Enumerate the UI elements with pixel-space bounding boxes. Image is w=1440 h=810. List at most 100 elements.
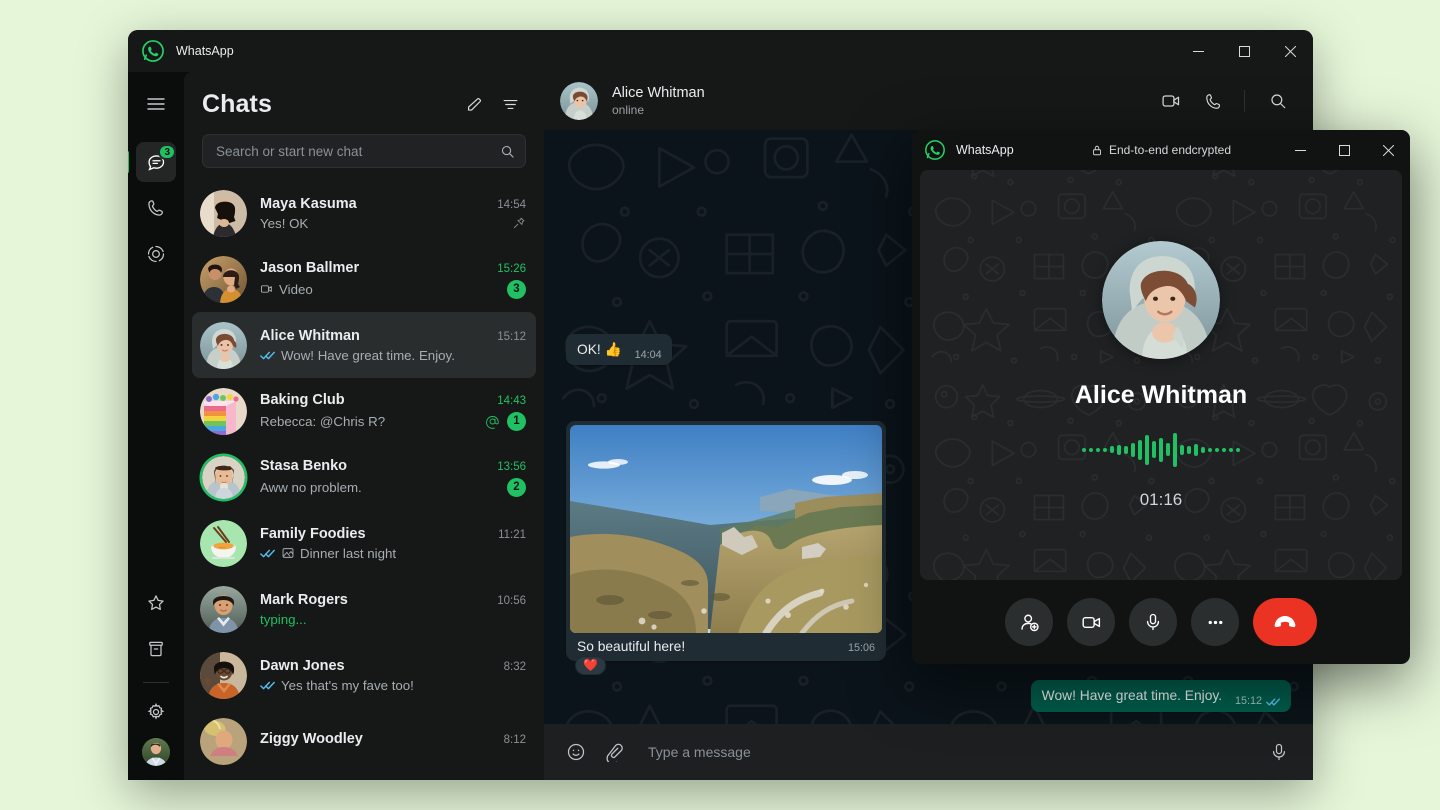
chat-preview: Rebecca: @Chris R? xyxy=(260,414,477,429)
maximize-button[interactable] xyxy=(1221,30,1267,72)
minimize-button[interactable] xyxy=(1175,30,1221,72)
minimize-button[interactable] xyxy=(1278,130,1322,170)
voice-call-button[interactable] xyxy=(1196,84,1230,118)
end-call-button[interactable] xyxy=(1253,598,1317,646)
call-background-pattern xyxy=(920,170,1402,580)
message-bubble-incoming[interactable]: OK! 👍 14:04 xyxy=(566,334,672,366)
rail-item-archived[interactable] xyxy=(136,629,176,669)
read-receipt-icon xyxy=(1266,697,1281,707)
attach-button[interactable] xyxy=(598,736,630,768)
chat-list[interactable]: Maya Kasuma 14:54 Yes! OK xyxy=(184,178,544,780)
title-bar: WhatsApp xyxy=(128,30,1313,72)
toggle-video-button[interactable] xyxy=(1067,598,1115,646)
chat-name: Family Foodies xyxy=(260,526,490,542)
chat-time: 15:12 xyxy=(497,331,526,343)
message-text: Wow! Have great time. Enjoy. xyxy=(1042,688,1222,703)
read-receipt-icon xyxy=(260,350,276,361)
rail-divider xyxy=(143,682,169,683)
chat-time: 8:12 xyxy=(504,734,526,746)
message-bubble-photo[interactable]: So beautiful here! 15:06 ❤️ xyxy=(566,421,886,661)
chat-name: Ziggy Woodley xyxy=(260,731,496,747)
header-divider xyxy=(1244,90,1245,112)
encryption-label: End-to-end endcrypted xyxy=(1109,143,1231,157)
message-time: 15:06 xyxy=(848,642,875,654)
filter-chats-button[interactable] xyxy=(494,88,526,120)
chat-list-item-alice-whitman[interactable]: Alice Whitman 15:12 Wow! Have great time… xyxy=(192,312,536,378)
rail-item-chats[interactable]: 3 xyxy=(136,142,176,182)
chat-list-item-dawn-jones[interactable]: Dawn Jones 8:32 Yes that's my fave too! xyxy=(192,642,536,708)
chat-list-item-maya-kasuma[interactable]: Maya Kasuma 14:54 Yes! OK xyxy=(192,180,536,246)
rail-item-status[interactable] xyxy=(136,234,176,274)
maximize-button[interactable] xyxy=(1322,130,1366,170)
avatar xyxy=(202,456,245,499)
chat-preview: Wow! Have great time. Enjoy. xyxy=(260,348,526,363)
pin-icon xyxy=(512,216,526,230)
photo-icon xyxy=(281,546,295,560)
contact-name: Alice Whitman xyxy=(612,85,705,101)
rail-item-calls[interactable] xyxy=(136,188,176,228)
gear-icon xyxy=(146,702,166,722)
avatar xyxy=(200,718,247,765)
chat-time: 13:56 xyxy=(497,461,526,473)
video-icon xyxy=(260,282,274,296)
chat-name: Baking Club xyxy=(260,392,489,408)
contact-avatar[interactable] xyxy=(560,82,598,120)
video-call-button[interactable] xyxy=(1154,84,1188,118)
chat-list-item-stasa-benko[interactable]: Stasa Benko 13:56 Aww no problem. 2 xyxy=(192,444,536,510)
search-icon xyxy=(1269,92,1287,110)
chat-list-item-jason-ballmer[interactable]: Jason Ballmer 15:26 Video 3 xyxy=(192,246,536,312)
call-contact-name: Alice Whitman xyxy=(1075,381,1247,410)
chat-list-item-baking-club[interactable]: Baking Club 14:43 Rebecca: @Chris R? 1 xyxy=(192,378,536,444)
photo-attachment[interactable] xyxy=(570,425,882,633)
more-options-button[interactable] xyxy=(1191,598,1239,646)
new-chat-button[interactable] xyxy=(458,88,490,120)
chat-list-item-ziggy-woodley[interactable]: Ziggy Woodley 8:12 xyxy=(192,708,536,774)
audio-waveform xyxy=(1082,432,1240,468)
avatar xyxy=(200,586,247,633)
search-box[interactable] xyxy=(202,134,526,168)
emoji-icon xyxy=(566,742,586,762)
read-receipt-icon xyxy=(260,548,276,559)
chat-list-item-family-foodies[interactable]: Family Foodies 11:21 Di xyxy=(192,510,536,576)
message-row: Wow! Have great time. Enjoy. 15:12 xyxy=(566,680,1291,712)
voice-message-button[interactable] xyxy=(1263,736,1295,768)
call-controls xyxy=(912,580,1410,664)
add-participant-button[interactable] xyxy=(1005,598,1053,646)
call-window: WhatsApp End-to-end endcrypted xyxy=(912,130,1410,664)
chat-list-item-mark-rogers[interactable]: Mark Rogers 10:56 typing... xyxy=(192,576,536,642)
avatar xyxy=(200,322,247,369)
mute-button[interactable] xyxy=(1129,598,1177,646)
hamburger-menu-button[interactable] xyxy=(136,84,176,124)
message-input[interactable] xyxy=(636,744,1263,760)
close-button[interactable] xyxy=(1366,130,1410,170)
rail-item-settings[interactable] xyxy=(136,692,176,732)
search-in-chat-button[interactable] xyxy=(1261,84,1295,118)
call-contact-avatar xyxy=(1102,241,1220,359)
video-call-icon xyxy=(1161,91,1181,111)
search-input[interactable] xyxy=(216,144,500,159)
message-meta: 15:12 xyxy=(1235,694,1281,709)
emoji-button[interactable] xyxy=(560,736,592,768)
navigation-rail: 3 xyxy=(128,72,184,780)
chat-list-header: Chats xyxy=(184,72,544,128)
close-button[interactable] xyxy=(1267,30,1313,72)
unread-badge: 3 xyxy=(507,280,526,299)
hangup-phone-icon xyxy=(1272,609,1298,635)
app-title: WhatsApp xyxy=(176,44,234,58)
search-container xyxy=(184,128,544,178)
search-icon xyxy=(500,144,515,159)
profile-avatar[interactable] xyxy=(142,738,170,766)
chat-preview-typing: typing... xyxy=(260,612,526,627)
rail-item-starred[interactable] xyxy=(136,583,176,623)
call-window-title-bar: WhatsApp End-to-end endcrypted xyxy=(912,130,1410,170)
photo-caption: So beautiful here! 15:06 xyxy=(570,633,882,657)
chat-preview: Yes! OK xyxy=(260,216,504,231)
conversation-header: Alice Whitman online xyxy=(544,72,1313,130)
avatar xyxy=(200,190,247,237)
ellipsis-icon xyxy=(1205,612,1226,633)
whatsapp-logo-icon xyxy=(142,40,164,62)
microphone-icon xyxy=(1269,742,1289,762)
message-reaction[interactable]: ❤️ xyxy=(575,656,606,675)
message-bubble-outgoing[interactable]: Wow! Have great time. Enjoy. 15:12 xyxy=(1031,680,1291,712)
mention-icon xyxy=(485,414,500,429)
